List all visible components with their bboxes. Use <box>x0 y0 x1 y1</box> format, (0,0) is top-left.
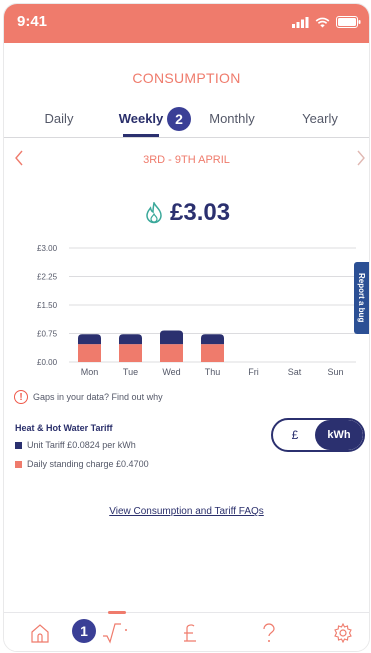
battery-icon <box>336 16 361 28</box>
y-tick-label: £0.00 <box>37 358 58 367</box>
bottom-nav: 1 <box>4 611 369 651</box>
bar-wed-1 <box>160 330 183 345</box>
tab-daily[interactable]: Daily <box>45 111 74 126</box>
status-time: 9:41 <box>17 13 48 30</box>
bar-tue-1 <box>119 334 142 345</box>
faq-link[interactable]: View Consumption and Tariff FAQs <box>4 506 369 517</box>
status-icons <box>292 16 361 28</box>
bar-thu-0 <box>201 344 224 362</box>
legend-swatch-unit <box>15 441 22 449</box>
legend-swatch-standing <box>15 460 22 468</box>
annotation-badge: 2 <box>167 107 191 131</box>
x-tick-label: Fri <box>248 367 259 377</box>
toggle-kwh[interactable]: kWh <box>315 420 363 450</box>
gaps-text: Gaps in your data? Find out why <box>33 392 163 402</box>
y-tick-label: £2.25 <box>37 273 58 282</box>
tab-yearly[interactable]: Yearly <box>302 111 338 126</box>
unit-toggle[interactable]: £ kWh <box>271 418 365 452</box>
app-frame: 9:41 CONSUMPTION Daily Weekly Monthly Ye… <box>3 3 370 652</box>
tariff-title: Heat & Hot Water Tariff <box>15 423 113 433</box>
period-tabs: Daily Weekly Monthly Yearly 2 <box>4 107 369 138</box>
total-value: £3.03 <box>170 199 231 226</box>
total-cost: £3.03 <box>144 199 230 227</box>
wifi-icon <box>315 17 330 27</box>
home-icon[interactable] <box>25 619 55 647</box>
bar-tue-0 <box>119 344 142 362</box>
x-tick-label: Sun <box>327 367 343 377</box>
bar-mon-1 <box>78 334 101 345</box>
flame-icon <box>146 202 162 224</box>
x-tick-label: Sat <box>288 367 302 377</box>
bar-thu-1 <box>201 334 224 345</box>
x-tick-label: Mon <box>81 367 99 377</box>
consumption-icon[interactable] <box>101 619 131 647</box>
x-tick-label: Wed <box>162 367 180 377</box>
legend-unit-tariff: Unit Tariff £0.0824 per kWh <box>15 440 136 450</box>
consumption-chart: £3.00 £2.25 £1.50 £0.75 £0.00 Mon Tue Wed Thu Fri… <box>37 244 356 377</box>
pound-icon[interactable] <box>175 619 205 647</box>
bar-mon-0 <box>78 344 101 362</box>
alert-icon: ! <box>14 390 28 404</box>
page-title: CONSUMPTION <box>132 70 241 86</box>
signal-icon <box>292 16 309 28</box>
y-tick-label: £0.75 <box>37 330 58 339</box>
nav-active-indicator <box>108 611 126 614</box>
tab-active-indicator <box>123 134 159 137</box>
status-bar: 9:41 <box>4 4 369 43</box>
legend-unit-text: Unit Tariff £0.0824 per kWh <box>27 440 136 450</box>
x-tick-label: Thu <box>205 367 221 377</box>
period-label: 3RD - 9TH APRIL <box>143 154 230 166</box>
tab-monthly[interactable]: Monthly <box>209 111 255 126</box>
toggle-gbp[interactable]: £ <box>273 420 317 450</box>
settings-icon[interactable] <box>328 619 358 647</box>
y-tick-label: £3.00 <box>37 244 58 253</box>
report-bug-button[interactable]: Report a bug <box>354 262 369 334</box>
y-tick-label: £1.50 <box>37 301 58 310</box>
chevron-right-icon[interactable] <box>356 149 366 172</box>
legend-standing-charge: Daily standing charge £0.4700 <box>15 459 149 469</box>
legend-standing-text: Daily standing charge £0.4700 <box>27 459 149 469</box>
bar-wed-0 <box>160 344 183 362</box>
annotation-badge-nav: 1 <box>72 619 96 643</box>
gaps-notice[interactable]: ! Gaps in your data? Find out why <box>14 390 163 404</box>
x-tick-label: Tue <box>123 367 138 377</box>
help-icon[interactable] <box>254 619 284 647</box>
tab-weekly[interactable]: Weekly <box>119 111 164 126</box>
